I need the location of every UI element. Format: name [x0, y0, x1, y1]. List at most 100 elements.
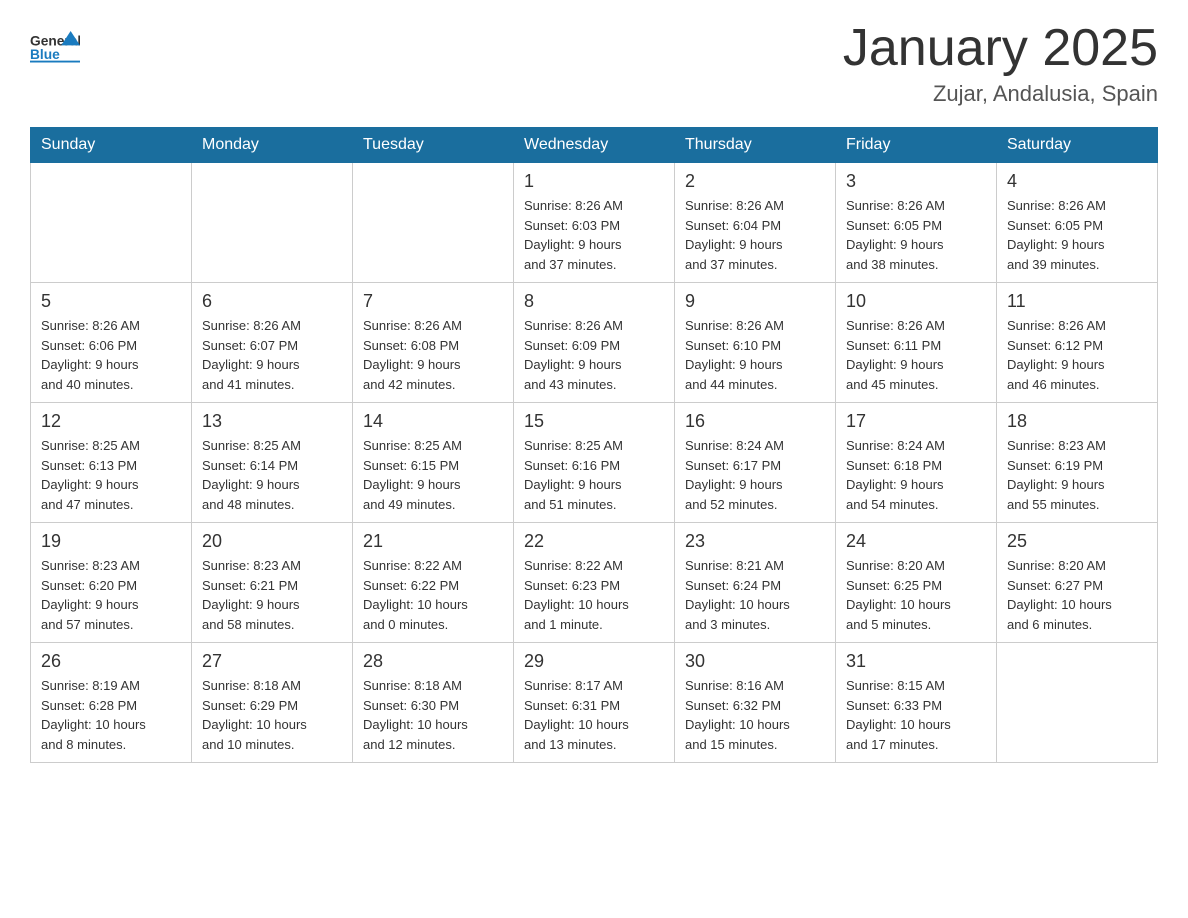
header-day-saturday: Saturday	[997, 128, 1158, 163]
day-cell: 10 Sunrise: 8:26 AMSunset: 6:11 PMDayligh…	[836, 283, 997, 403]
day-number: 2	[685, 171, 825, 192]
day-cell: 13 Sunrise: 8:25 AMSunset: 6:14 PMDayligh…	[192, 403, 353, 523]
day-cell	[997, 643, 1158, 763]
day-cell: 3 Sunrise: 8:26 AMSunset: 6:05 PMDaylight…	[836, 163, 997, 283]
day-cell: 23 Sunrise: 8:21 AMSunset: 6:24 PMDayligh…	[675, 523, 836, 643]
day-number: 9	[685, 291, 825, 312]
day-info: Sunrise: 8:21 AMSunset: 6:24 PMDaylight:…	[685, 556, 825, 634]
day-number: 31	[846, 651, 986, 672]
day-cell: 18 Sunrise: 8:23 AMSunset: 6:19 PMDayligh…	[997, 403, 1158, 523]
day-info: Sunrise: 8:18 AMSunset: 6:30 PMDaylight:…	[363, 676, 503, 754]
day-info: Sunrise: 8:26 AMSunset: 6:05 PMDaylight:…	[846, 196, 986, 274]
day-number: 7	[363, 291, 503, 312]
day-number: 13	[202, 411, 342, 432]
day-number: 6	[202, 291, 342, 312]
day-info: Sunrise: 8:26 AMSunset: 6:08 PMDaylight:…	[363, 316, 503, 394]
day-cell: 8Sunrise: 8:26 AMSunset: 6:09 PMDaylight…	[514, 283, 675, 403]
day-number: 24	[846, 531, 986, 552]
day-info: Sunrise: 8:19 AMSunset: 6:28 PMDaylight:…	[41, 676, 181, 754]
day-info: Sunrise: 8:23 AMSunset: 6:19 PMDaylight:…	[1007, 436, 1147, 514]
week-row-5: 26 Sunrise: 8:19 AMSunset: 6:28 PMDayligh…	[31, 643, 1158, 763]
day-number: 21	[363, 531, 503, 552]
day-cell: 14 Sunrise: 8:25 AMSunset: 6:15 PMDayligh…	[353, 403, 514, 523]
header-day-monday: Monday	[192, 128, 353, 163]
day-cell: 19 Sunrise: 8:23 AMSunset: 6:20 PMDayligh…	[31, 523, 192, 643]
day-cell: 22 Sunrise: 8:22 AMSunset: 6:23 PMDayligh…	[514, 523, 675, 643]
day-cell: 29Sunrise: 8:17 AMSunset: 6:31 PMDayligh…	[514, 643, 675, 763]
day-number: 14	[363, 411, 503, 432]
day-cell: 5Sunrise: 8:26 AMSunset: 6:06 PMDaylight…	[31, 283, 192, 403]
day-number: 27	[202, 651, 342, 672]
day-cell: 21Sunrise: 8:22 AMSunset: 6:22 PMDayligh…	[353, 523, 514, 643]
calendar-header: SundayMondayTuesdayWednesdayThursdayFrid…	[31, 128, 1158, 163]
day-cell: 20 Sunrise: 8:23 AMSunset: 6:21 PMDayligh…	[192, 523, 353, 643]
day-number: 18	[1007, 411, 1147, 432]
day-cell: 6 Sunrise: 8:26 AMSunset: 6:07 PMDaylight…	[192, 283, 353, 403]
day-cell: 4Sunrise: 8:26 AMSunset: 6:05 PMDaylight…	[997, 163, 1158, 283]
week-row-4: 19 Sunrise: 8:23 AMSunset: 6:20 PMDayligh…	[31, 523, 1158, 643]
day-info: Sunrise: 8:20 AMSunset: 6:25 PMDaylight:…	[846, 556, 986, 634]
day-info: Sunrise: 8:20 AMSunset: 6:27 PMDaylight:…	[1007, 556, 1147, 634]
day-info: Sunrise: 8:25 AMSunset: 6:13 PMDaylight:…	[41, 436, 181, 514]
day-number: 20	[202, 531, 342, 552]
day-info: Sunrise: 8:26 AMSunset: 6:10 PMDaylight:…	[685, 316, 825, 394]
calendar-subtitle: Zujar, Andalusia, Spain	[843, 81, 1158, 107]
day-info: Sunrise: 8:24 AMSunset: 6:18 PMDaylight:…	[846, 436, 986, 514]
title-section: January 2025 Zujar, Andalusia, Spain	[843, 20, 1158, 107]
day-number: 30	[685, 651, 825, 672]
day-number: 19	[41, 531, 181, 552]
day-info: Sunrise: 8:26 AMSunset: 6:07 PMDaylight:…	[202, 316, 342, 394]
day-number: 23	[685, 531, 825, 552]
day-info: Sunrise: 8:18 AMSunset: 6:29 PMDaylight:…	[202, 676, 342, 754]
day-cell: 25 Sunrise: 8:20 AMSunset: 6:27 PMDayligh…	[997, 523, 1158, 643]
day-info: Sunrise: 8:26 AMSunset: 6:11 PMDaylight:…	[846, 316, 986, 394]
day-info: Sunrise: 8:25 AMSunset: 6:14 PMDaylight:…	[202, 436, 342, 514]
day-number: 11	[1007, 291, 1147, 312]
day-cell: 15Sunrise: 8:25 AMSunset: 6:16 PMDayligh…	[514, 403, 675, 523]
day-info: Sunrise: 8:25 AMSunset: 6:15 PMDaylight:…	[363, 436, 503, 514]
day-number: 3	[846, 171, 986, 192]
day-cell: 28Sunrise: 8:18 AMSunset: 6:30 PMDayligh…	[353, 643, 514, 763]
day-info: Sunrise: 8:26 AMSunset: 6:03 PMDaylight:…	[524, 196, 664, 274]
day-cell: 11 Sunrise: 8:26 AMSunset: 6:12 PMDayligh…	[997, 283, 1158, 403]
day-number: 1	[524, 171, 664, 192]
day-info: Sunrise: 8:22 AMSunset: 6:23 PMDaylight:…	[524, 556, 664, 634]
day-number: 25	[1007, 531, 1147, 552]
calendar-body: 1 Sunrise: 8:26 AMSunset: 6:03 PMDaylight…	[31, 163, 1158, 763]
header-day-friday: Friday	[836, 128, 997, 163]
day-info: Sunrise: 8:23 AMSunset: 6:21 PMDaylight:…	[202, 556, 342, 634]
day-info: Sunrise: 8:26 AMSunset: 6:12 PMDaylight:…	[1007, 316, 1147, 394]
header-day-wednesday: Wednesday	[514, 128, 675, 163]
day-number: 4	[1007, 171, 1147, 192]
day-cell: 30 Sunrise: 8:16 AMSunset: 6:32 PMDayligh…	[675, 643, 836, 763]
day-number: 16	[685, 411, 825, 432]
day-info: Sunrise: 8:26 AMSunset: 6:04 PMDaylight:…	[685, 196, 825, 274]
day-info: Sunrise: 8:23 AMSunset: 6:20 PMDaylight:…	[41, 556, 181, 634]
day-info: Sunrise: 8:25 AMSunset: 6:16 PMDaylight:…	[524, 436, 664, 514]
day-number: 8	[524, 291, 664, 312]
header-row: SundayMondayTuesdayWednesdayThursdayFrid…	[31, 128, 1158, 163]
day-info: Sunrise: 8:26 AMSunset: 6:06 PMDaylight:…	[41, 316, 181, 394]
header-day-thursday: Thursday	[675, 128, 836, 163]
day-cell: 12Sunrise: 8:25 AMSunset: 6:13 PMDayligh…	[31, 403, 192, 523]
day-cell: 1 Sunrise: 8:26 AMSunset: 6:03 PMDaylight…	[514, 163, 675, 283]
day-info: Sunrise: 8:24 AMSunset: 6:17 PMDaylight:…	[685, 436, 825, 514]
day-cell	[192, 163, 353, 283]
day-info: Sunrise: 8:16 AMSunset: 6:32 PMDaylight:…	[685, 676, 825, 754]
day-cell: 17Sunrise: 8:24 AMSunset: 6:18 PMDayligh…	[836, 403, 997, 523]
week-row-1: 1 Sunrise: 8:26 AMSunset: 6:03 PMDaylight…	[31, 163, 1158, 283]
day-cell: 27 Sunrise: 8:18 AMSunset: 6:29 PMDayligh…	[192, 643, 353, 763]
page-header: General Blue January 2025 Zujar, Andalus…	[30, 20, 1158, 107]
day-cell: 31Sunrise: 8:15 AMSunset: 6:33 PMDayligh…	[836, 643, 997, 763]
day-cell	[31, 163, 192, 283]
header-day-sunday: Sunday	[31, 128, 192, 163]
day-number: 22	[524, 531, 664, 552]
calendar-table: SundayMondayTuesdayWednesdayThursdayFrid…	[30, 127, 1158, 763]
day-cell: 2 Sunrise: 8:26 AMSunset: 6:04 PMDaylight…	[675, 163, 836, 283]
calendar-title: January 2025	[843, 20, 1158, 77]
day-cell: 7 Sunrise: 8:26 AMSunset: 6:08 PMDaylight…	[353, 283, 514, 403]
day-number: 10	[846, 291, 986, 312]
day-number: 26	[41, 651, 181, 672]
logo-icon: General Blue	[30, 20, 80, 70]
week-row-2: 5Sunrise: 8:26 AMSunset: 6:06 PMDaylight…	[31, 283, 1158, 403]
